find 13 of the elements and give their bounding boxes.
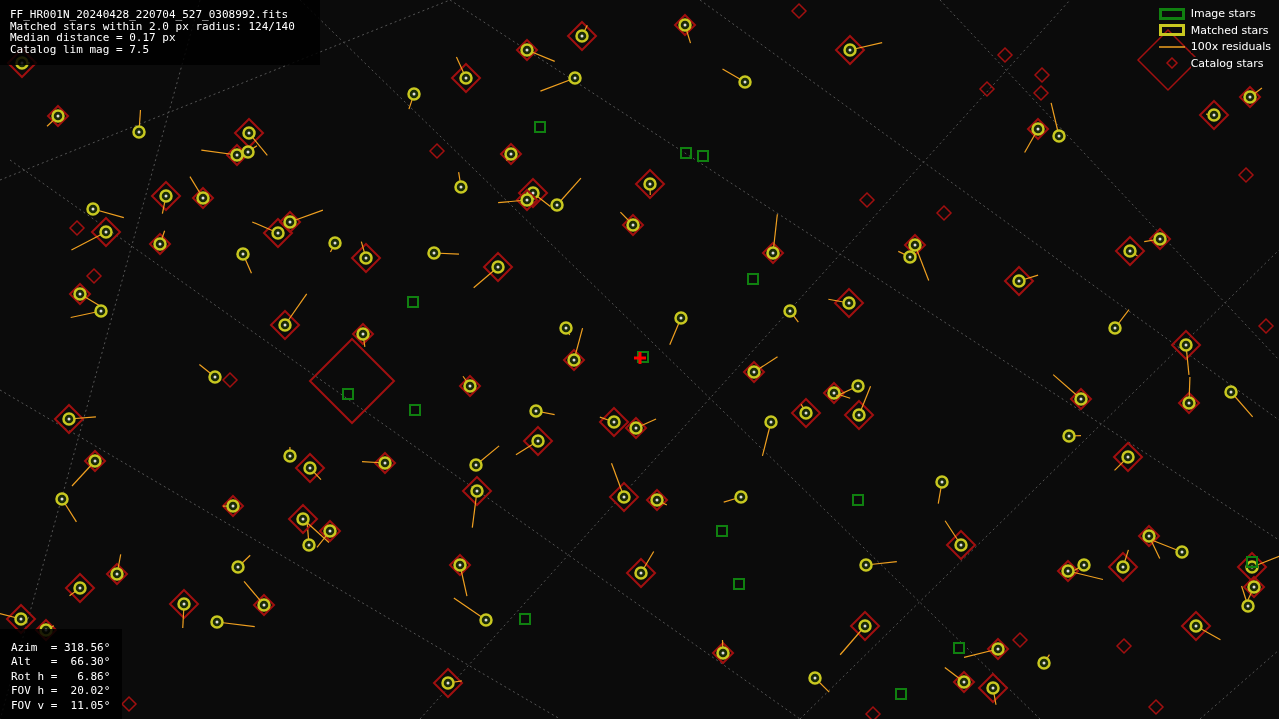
- info-line: Rot h = 6.86°: [11, 669, 111, 684]
- image-star-swatch-icon: [1158, 7, 1185, 20]
- info-line: Median distance = 0.17 px: [10, 32, 176, 44]
- info-line: Catalog lim mag = 7.5: [10, 43, 151, 55]
- info-line: Azim = 318.56°: [11, 640, 111, 655]
- info-line: FF_HR001N_20240428_220704_527_0308992.fits: [10, 9, 290, 21]
- info-line: FOV v = 11.05°: [11, 698, 111, 713]
- info-line: Matched stars within 2.0 px radius: 124/140: [10, 20, 296, 32]
- matched-star-swatch-icon: [1158, 24, 1185, 37]
- legend-label: 100x residuals: [1190, 40, 1271, 54]
- info-line: FOV h = 20.02°: [11, 684, 111, 699]
- info-line: Alt = 66.30°: [11, 655, 111, 670]
- legend-label: Image stars: [1190, 7, 1256, 21]
